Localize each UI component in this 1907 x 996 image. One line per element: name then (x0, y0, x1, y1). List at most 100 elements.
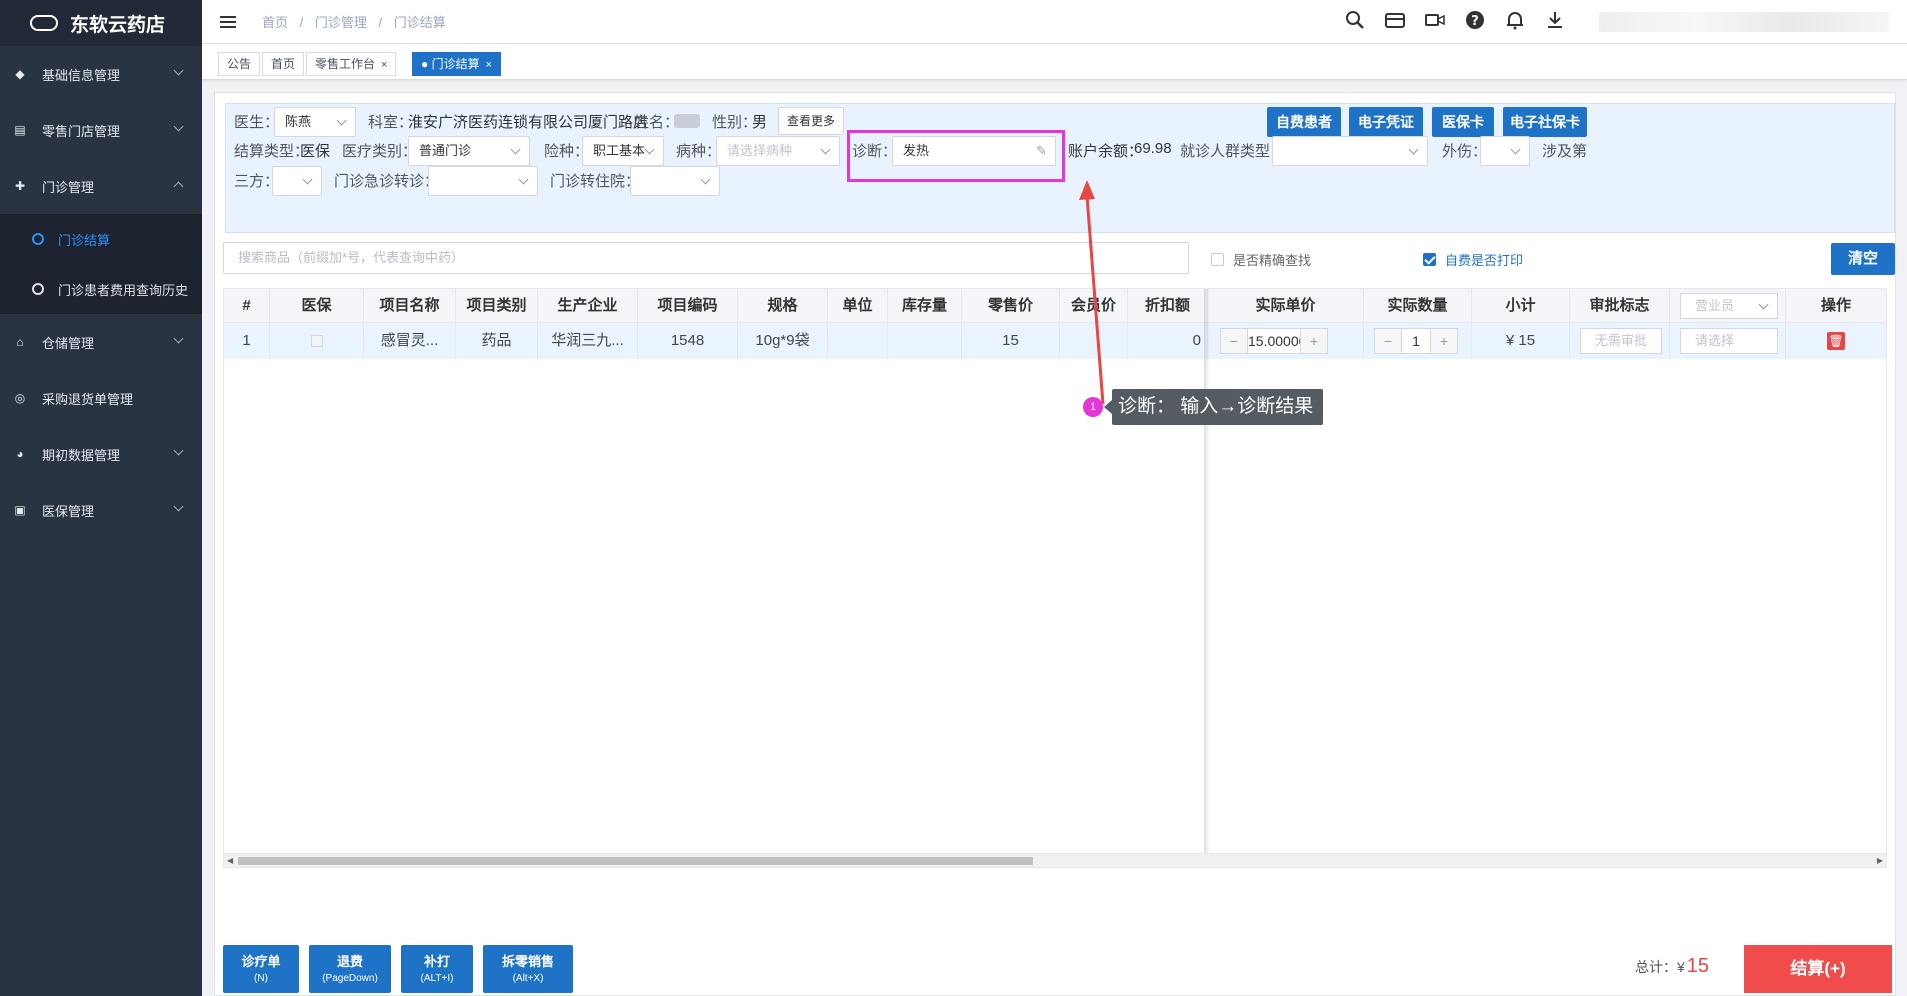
actual-price-value[interactable]: 15.00000 (1247, 329, 1301, 353)
product-search-input[interactable]: 搜索商品（前缀加*号，代表查询中药） (223, 242, 1189, 274)
sidebar-item-label: 门诊患者费用查询历史 (58, 282, 189, 298)
total-value: 15 (1686, 955, 1710, 977)
sidebar-item-clinic[interactable]: ✚ 门诊管理 (0, 158, 202, 214)
self-pay-button[interactable]: 自费患者 (1267, 107, 1341, 137)
table-cell-manufacturer: 华润三九... (538, 323, 638, 359)
tab-home[interactable]: 首页 (262, 52, 305, 76)
doctor-select[interactable]: 陈燕 (274, 107, 356, 137)
insurance-checkbox[interactable] (310, 335, 323, 348)
close-icon[interactable]: × (486, 59, 492, 71)
tab-retail-workbench[interactable]: 零售工作台 × (306, 52, 397, 76)
hospital-transfer-select[interactable] (630, 166, 720, 196)
delete-icon[interactable]: 🗑 (1827, 332, 1845, 351)
scroll-left-icon[interactable]: ◀ (227, 856, 233, 865)
third-party-select[interactable] (272, 166, 322, 196)
table-cell-unit (828, 323, 888, 359)
tab-clinic-settlement[interactable]: ● 门诊结算 × (412, 52, 502, 76)
minus-icon[interactable]: − (1221, 329, 1247, 353)
user-info-blurred[interactable] (1599, 12, 1889, 32)
sidebar-item-purchase-return[interactable]: ◎ 采购退货单管理 (0, 370, 202, 426)
brand-name: 东软云药店 (70, 14, 166, 36)
med-type-select[interactable]: 普通门诊 (408, 136, 530, 166)
scroll-right-icon[interactable]: ▶ (1877, 856, 1883, 865)
chevron-down-icon (173, 121, 184, 132)
emergency-referral-select[interactable] (428, 166, 538, 196)
clerk-filter-select[interactable]: 营业员 (1680, 293, 1778, 319)
insurance-card-button[interactable]: 医保卡 (1432, 107, 1494, 137)
sidebar-item-basic-info[interactable]: ◆ 基础信息管理 (0, 46, 202, 102)
insurance-type-select[interactable]: 职工基本 (582, 136, 664, 166)
treatment-sheet-button[interactable]: 诊疗单 (N) (223, 945, 299, 993)
sidebar-item-fee-history[interactable]: 门诊患者费用查询历史 (0, 264, 202, 314)
breadcrumb-home[interactable]: 首页 (262, 15, 288, 30)
card-reader-icon[interactable] (1383, 10, 1407, 34)
approval-select[interactable]: 无需审批 (1580, 328, 1662, 354)
scrollbar-thumb[interactable] (238, 857, 1033, 865)
crowd-type-select[interactable] (1272, 136, 1428, 166)
e-voucher-button[interactable]: 电子凭证 (1349, 107, 1423, 137)
refund-button[interactable]: 退费 (PageDown) (309, 945, 391, 993)
sidebar-item-label: 门诊管理 (42, 179, 95, 195)
tab-notice[interactable]: 公告 (218, 52, 261, 76)
reprint-button[interactable]: 补打 (ALT+I) (401, 945, 473, 993)
third-party-label-start: 涉及第 (1542, 143, 1588, 160)
return-icon: ◎ (14, 391, 26, 405)
table-cell-discount: 0 (1128, 323, 1208, 359)
sidebar: 东软云药店 ◆ 基础信息管理 ▤ 零售门店管理 ✚ 门诊管理 门诊结算 门诊患者… (0, 0, 202, 996)
split-sale-button[interactable]: 拆零销售 (Alt+X) (483, 945, 573, 993)
table-cell-stock (888, 323, 962, 359)
total-label: 总计：¥ (1635, 959, 1685, 975)
patient-form-panel: 医生： 陈燕 科室： 淮安广济医药连锁有限公司厦门路店 姓名： 性别： 男 查看… (225, 103, 1895, 233)
close-icon[interactable]: × (381, 59, 387, 71)
table-cell-code: 1548 (638, 323, 738, 359)
settle-type-value: 医保 (300, 143, 331, 160)
clear-button[interactable]: 清空 (1831, 243, 1895, 275)
minus-icon[interactable]: − (1375, 329, 1401, 353)
camera-icon[interactable] (1423, 10, 1447, 34)
sidebar-item-retail-store[interactable]: ▤ 零售门店管理 (0, 102, 202, 158)
chevron-down-icon (173, 501, 184, 512)
gender-value: 男 (752, 114, 768, 131)
circle-icon (32, 233, 44, 245)
breadcrumb-current: 门诊结算 (393, 15, 446, 30)
quantity-stepper[interactable]: − 1 + (1374, 328, 1458, 354)
gender-label: 性别： (712, 114, 758, 131)
column-header: 库存量 (888, 289, 962, 323)
sidebar-item-clinic-settlement[interactable]: 门诊结算 (0, 214, 202, 264)
horizontal-scrollbar[interactable]: ◀ ▶ (224, 853, 1886, 867)
search-icon[interactable] (1343, 10, 1367, 34)
plus-icon[interactable]: + (1301, 329, 1327, 353)
quantity-value[interactable]: 1 (1401, 329, 1431, 353)
table-cell-clerk: 请选择 (1670, 323, 1786, 359)
sidebar-item-warehouse[interactable]: ⌂ 仓储管理 (0, 314, 202, 370)
balance-label: 账户余额： (1068, 143, 1144, 160)
breadcrumb-clinic[interactable]: 门诊管理 (315, 15, 367, 30)
menu-toggle-icon[interactable] (220, 13, 236, 31)
bell-icon[interactable] (1503, 10, 1527, 34)
chevron-down-icon (820, 144, 831, 155)
brand-logo[interactable]: 东软云药店 (0, 0, 202, 46)
clerk-select[interactable]: 请选择 (1680, 328, 1778, 354)
disease-select[interactable]: 请选择病种 (716, 136, 840, 166)
sidebar-item-initial-data[interactable]: ◕ 期初数据管理 (0, 426, 202, 482)
items-table: # 医保 项目名称 项目类别 生产企业 项目编码 规格 单位 库存量 零售价 会… (223, 288, 1887, 868)
breadcrumb-separator: / (378, 15, 383, 30)
clerk-column-filter[interactable]: 营业员 (1670, 289, 1786, 323)
view-more-button[interactable]: 查看更多 (778, 107, 844, 135)
sidebar-item-medical-insurance[interactable]: ▣ 医保管理 (0, 482, 202, 538)
e-social-card-button[interactable]: 电子社保卡 (1503, 107, 1587, 137)
table-cell-subtotal: ¥ 15 (1472, 323, 1570, 359)
plus-icon[interactable]: + (1431, 329, 1457, 353)
exact-search-checkbox[interactable] (1211, 253, 1224, 266)
chevron-down-icon (700, 174, 711, 185)
tabs-bar: 公告 首页 零售工作台 × ● 门诊结算 × (202, 44, 1907, 80)
exact-search-label: 是否精确查找 (1233, 253, 1312, 268)
name-blurred (674, 114, 700, 128)
injury-select[interactable] (1480, 136, 1530, 166)
help-icon[interactable]: ? (1463, 10, 1487, 34)
column-header: # (224, 289, 270, 323)
actual-price-stepper[interactable]: − 15.00000 + (1220, 328, 1328, 354)
settle-button[interactable]: 结算(+) (1744, 945, 1892, 993)
self-pay-print-checkbox[interactable] (1423, 253, 1436, 266)
download-icon[interactable] (1543, 10, 1567, 34)
